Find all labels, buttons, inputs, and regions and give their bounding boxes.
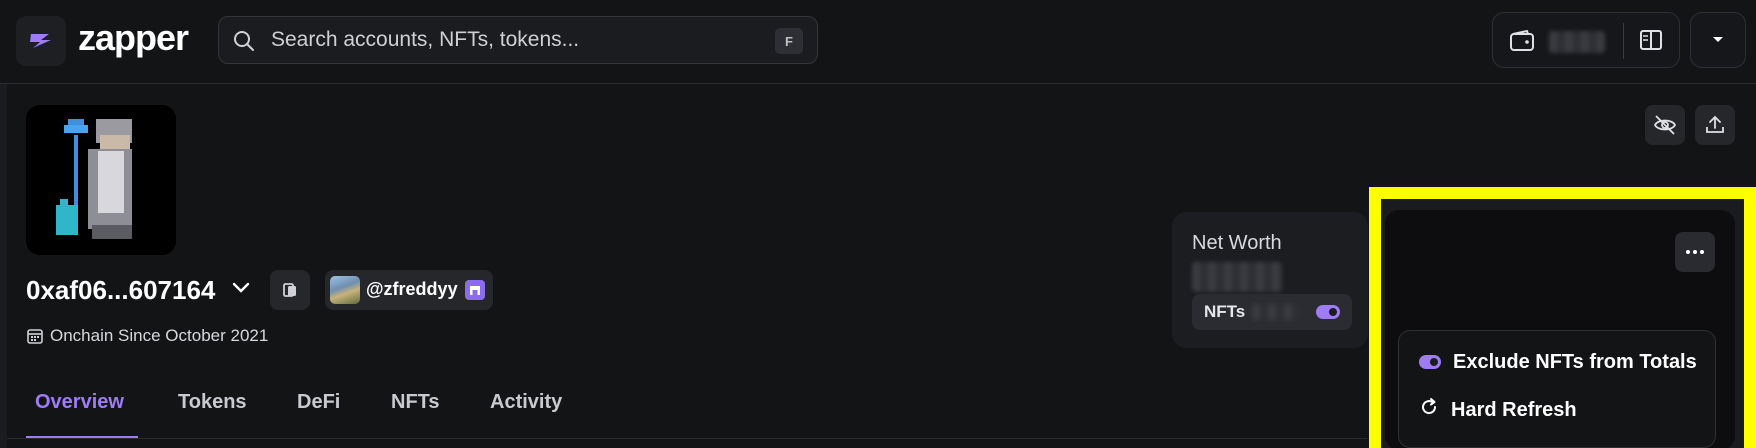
chevron-down-icon: [1713, 37, 1723, 42]
divider: [1623, 23, 1624, 59]
account-menu-button[interactable]: [1690, 12, 1746, 68]
options-dropdown-menu: Exclude NFTs from Totals Hard Refresh: [1398, 330, 1716, 448]
share-button[interactable]: [1695, 105, 1735, 145]
menu-item-hard-refresh[interactable]: Hard Refresh: [1419, 395, 1577, 425]
tab-defi[interactable]: DeFi: [297, 382, 340, 422]
search-bar[interactable]: F: [218, 16, 818, 64]
onchain-since-text: Onchain Since October 2021: [50, 326, 269, 345]
wallet-icon: [1509, 29, 1535, 58]
menu-item-exclude-nfts[interactable]: Exclude NFTs from Totals: [1419, 347, 1697, 377]
nfts-toggle-row[interactable]: NFTs: [1192, 294, 1352, 330]
left-edge: [0, 84, 7, 448]
hide-balances-button[interactable]: [1645, 105, 1685, 145]
search-icon: [233, 30, 255, 57]
share-icon: [1706, 115, 1724, 133]
copy-icon: [283, 283, 296, 297]
tab-tokens[interactable]: Tokens: [178, 382, 247, 422]
net-worth-value-hidden: [1192, 262, 1282, 292]
wallet-connect[interactable]: [1492, 12, 1680, 68]
refresh-icon: [1419, 397, 1439, 423]
handle-text: @zfreddyy: [366, 279, 458, 299]
search-input[interactable]: [271, 25, 751, 55]
wallet-address-hidden: [1549, 31, 1605, 53]
handle-avatar: [330, 276, 360, 304]
tab-nfts[interactable]: NFTs: [391, 382, 440, 422]
search-shortcut-key: F: [775, 28, 803, 54]
eye-off-icon: [1653, 115, 1677, 135]
ellipsis-icon: [1686, 250, 1704, 254]
menu-item-label: Exclude NFTs from Totals: [1453, 350, 1697, 373]
menu-item-label: Hard Refresh: [1451, 398, 1577, 421]
copy-address-button[interactable]: [270, 270, 310, 310]
toggle-icon: [1419, 355, 1441, 369]
exclude-nfts-toggle: [1419, 355, 1441, 369]
tab-activity[interactable]: Activity: [490, 382, 562, 422]
nfts-value-hidden: [1252, 304, 1300, 320]
net-worth-label: Net Worth: [1192, 232, 1282, 254]
more-options-button[interactable]: [1675, 232, 1715, 272]
calendar-icon: [27, 329, 43, 344]
onchain-since: Onchain Since October 2021: [26, 325, 268, 347]
farcaster-icon: [465, 280, 485, 300]
tabs-divider: [7, 438, 1367, 439]
net-worth-card: Net Worth NFTs: [1172, 212, 1368, 348]
logo-text[interactable]: zapper: [78, 16, 189, 60]
chevron-down-icon[interactable]: [232, 281, 250, 299]
top-bar: zapper F: [0, 0, 1756, 84]
zapper-logo-icon[interactable]: [16, 16, 66, 66]
profile-avatar: [26, 105, 176, 255]
nfts-toggle-switch[interactable]: [1316, 305, 1340, 319]
tab-overview[interactable]: Overview: [35, 382, 124, 422]
wallet-address[interactable]: 0xaf06...607164: [26, 272, 215, 308]
nfts-label: NFTs: [1204, 302, 1246, 321]
highlight-frame-right: [1744, 187, 1756, 448]
sidebar-panel-icon[interactable]: [1639, 28, 1663, 57]
social-handle-chip[interactable]: @zfreddyy: [325, 270, 493, 310]
